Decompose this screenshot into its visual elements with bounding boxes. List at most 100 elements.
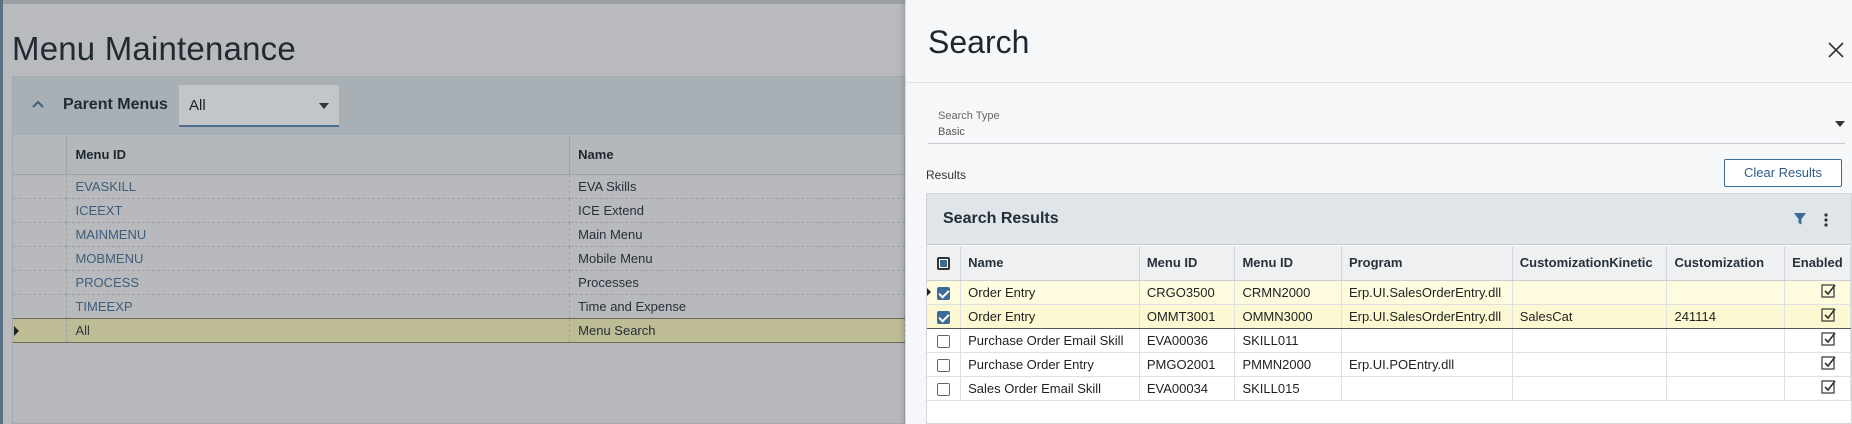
program-cell[interactable]: Erp.UI.SalesOrderEntry.dll <box>1341 303 1513 329</box>
menu-id-2-cell[interactable]: SKILL011 <box>1234 328 1342 353</box>
customization-kinetic-cell[interactable] <box>1512 280 1668 305</box>
page-title: Menu Maintenance <box>12 30 296 67</box>
menu-id-cell[interactable]: EVA00034 <box>1139 376 1236 401</box>
checked-box-icon <box>1821 380 1836 394</box>
name-cell[interactable]: Order Entry <box>960 280 1140 305</box>
parent-menus-label: Parent Menus <box>63 96 168 113</box>
column-header-program[interactable]: Program <box>1341 246 1513 281</box>
program-cell[interactable]: Erp.UI.SalesOrderEntry.dll <box>1341 280 1513 305</box>
customization-cell[interactable] <box>1666 328 1786 353</box>
table-row[interactable]: ICEEXT ICE Extend <box>13 198 905 223</box>
customization-kinetic-cell[interactable] <box>1512 352 1668 377</box>
row-checkbox[interactable] <box>927 328 962 353</box>
row-pointer-icon <box>13 317 68 343</box>
checked-box-icon <box>1821 284 1836 298</box>
header-divider <box>906 82 1852 83</box>
name-cell[interactable]: Processes <box>569 270 905 295</box>
select-all-checkbox[interactable] <box>927 246 962 281</box>
table-row[interactable]: MOBMENU Mobile Menu <box>13 246 905 271</box>
table-row[interactable]: EVASKILL EVA Skills <box>13 174 905 199</box>
column-header-enabled[interactable]: Enabled <box>1784 246 1851 281</box>
menu-id-cell[interactable]: MOBMENU <box>66 246 571 271</box>
column-header-customization-kinetic[interactable]: CustomizationKinetic <box>1512 246 1668 281</box>
row-checkbox[interactable] <box>927 280 962 305</box>
table-row[interactable]: TIMEEXP Time and Expense <box>13 294 905 319</box>
menu-id-cell[interactable]: TIMEEXP <box>66 294 571 319</box>
name-cell[interactable]: EVA Skills <box>569 174 905 199</box>
menu-id-2-cell[interactable]: OMMN3000 <box>1234 303 1342 329</box>
customization-cell[interactable]: 241114 <box>1666 303 1786 329</box>
search-type-value: Basic <box>938 126 965 138</box>
table-row[interactable]: PROCESS Processes <box>13 270 905 295</box>
enabled-cell <box>1784 280 1851 305</box>
menu-id-2-cell[interactable]: SKILL015 <box>1234 376 1342 401</box>
name-cell[interactable]: Mobile Menu <box>569 246 905 271</box>
program-cell[interactable] <box>1341 376 1513 401</box>
program-cell[interactable]: Erp.UI.POEntry.dll <box>1341 352 1513 377</box>
column-header-name[interactable]: Name <box>960 246 1140 281</box>
menu-id-cell[interactable]: CRGO3500 <box>1139 280 1236 305</box>
table-row[interactable]: Purchase Order Email Skill EVA00036 SKIL… <box>927 328 1851 353</box>
clear-results-button[interactable]: Clear Results <box>1724 159 1842 187</box>
menu-id-cell[interactable]: MAINMENU <box>66 222 571 247</box>
customization-kinetic-cell[interactable] <box>1512 376 1668 401</box>
customization-kinetic-cell[interactable]: SalesCat <box>1512 303 1668 329</box>
row-indicator <box>13 246 68 271</box>
row-indicator <box>13 174 68 199</box>
table-row[interactable]: Sales Order Email Skill EVA00034 SKILL01… <box>927 376 1851 401</box>
filter-icon[interactable] <box>1793 212 1807 226</box>
table-row[interactable]: Order Entry OMMT3001 OMMN3000 Erp.UI.Sal… <box>927 303 1851 329</box>
results-table: Name Menu ID Menu ID Program Customizati… <box>927 246 1851 401</box>
menu-id-2-cell[interactable]: CRMN2000 <box>1234 280 1342 305</box>
enabled-cell <box>1784 303 1851 329</box>
menu-id-cell[interactable]: EVASKILL <box>66 174 571 199</box>
enabled-cell <box>1784 328 1851 353</box>
table-row[interactable]: Order Entry CRGO3500 CRMN2000 Erp.UI.Sal… <box>927 280 1851 305</box>
parent-menus-select[interactable]: All <box>179 85 339 127</box>
column-header-name[interactable]: Name <box>569 136 905 175</box>
name-cell[interactable]: Purchase Order Entry <box>960 352 1140 377</box>
menu-id-cell[interactable]: EVA00036 <box>1139 328 1236 353</box>
name-cell[interactable]: Order Entry <box>960 303 1140 329</box>
row-indicator-header <box>13 136 68 175</box>
table-row[interactable]: MAINMENU Main Menu <box>13 222 905 247</box>
checked-box-icon <box>1821 332 1836 346</box>
customization-cell[interactable] <box>1666 280 1786 305</box>
name-cell[interactable]: ICE Extend <box>569 198 905 223</box>
row-checkbox[interactable] <box>927 376 962 401</box>
menu-id-cell[interactable]: PROCESS <box>66 270 571 295</box>
name-cell[interactable]: Purchase Order Email Skill <box>960 328 1140 353</box>
grid-title: Search Results <box>943 210 1059 227</box>
menu-id-cell[interactable]: OMMT3001 <box>1139 303 1236 329</box>
results-label: Results <box>926 168 967 182</box>
table-row-selected[interactable]: All Menu Search <box>13 317 905 343</box>
close-icon[interactable] <box>1824 38 1848 62</box>
menu-id-cell[interactable]: PMGO2001 <box>1139 352 1236 377</box>
customization-cell[interactable] <box>1666 376 1786 401</box>
name-cell[interactable]: Menu Search <box>569 317 905 343</box>
menu-id-cell[interactable]: All <box>66 317 571 343</box>
customization-kinetic-cell[interactable] <box>1512 328 1668 353</box>
search-type-select[interactable]: Search Type Basic <box>928 104 1845 144</box>
customization-cell[interactable] <box>1666 352 1786 377</box>
column-header-menu-id-2[interactable]: Menu ID <box>1234 246 1342 281</box>
enabled-cell <box>1784 376 1851 401</box>
row-indicator <box>13 294 68 319</box>
row-checkbox[interactable] <box>927 303 962 329</box>
menu-id-cell[interactable]: ICEEXT <box>66 198 571 223</box>
left-accent-bar <box>0 0 3 424</box>
program-cell[interactable] <box>1341 328 1513 353</box>
menu-maintenance-page: Menu Maintenance Parent Menus All Menu I… <box>0 0 905 424</box>
name-cell[interactable]: Main Menu <box>569 222 905 247</box>
menu-id-2-cell[interactable]: PMMN2000 <box>1234 352 1342 377</box>
column-header-menu-id[interactable]: Menu ID <box>1139 246 1236 281</box>
more-vertical-icon[interactable] <box>1819 212 1833 228</box>
table-row[interactable]: Purchase Order Entry PMGO2001 PMMN2000 E… <box>927 352 1851 377</box>
column-header-customization[interactable]: Customization <box>1666 246 1786 281</box>
checked-box-icon <box>1821 356 1836 370</box>
name-cell[interactable]: Time and Expense <box>569 294 905 319</box>
column-header-menu-id[interactable]: Menu ID <box>66 136 571 175</box>
chevron-up-icon[interactable] <box>30 97 46 113</box>
name-cell[interactable]: Sales Order Email Skill <box>960 376 1140 401</box>
row-checkbox[interactable] <box>927 352 962 377</box>
